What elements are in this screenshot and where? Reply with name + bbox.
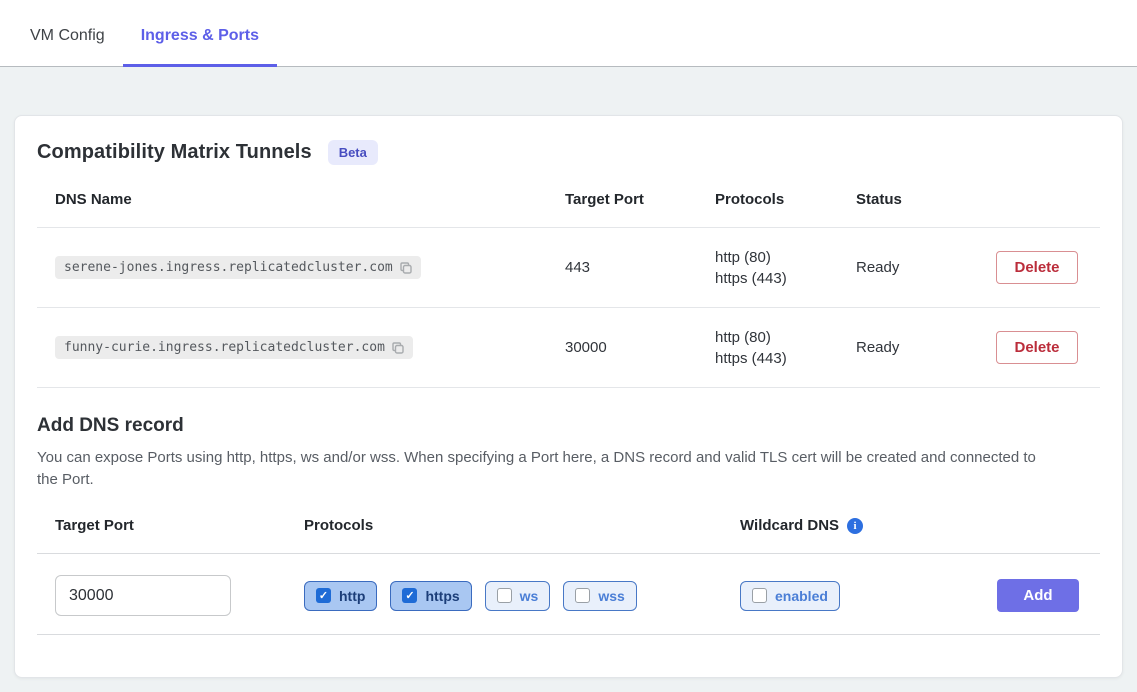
wildcard-enabled-checkbox[interactable]: enabled bbox=[740, 581, 840, 611]
add-dns-record-description: You can expose Ports using http, https, … bbox=[37, 447, 1047, 491]
copy-icon[interactable] bbox=[391, 341, 405, 355]
page-content: Compatibility Matrix Tunnels Beta DNS Na… bbox=[0, 67, 1137, 692]
protocol-checkbox-ws[interactable]: ws bbox=[485, 581, 551, 611]
status-cell: Ready bbox=[856, 339, 996, 356]
add-dns-form-row: ✓ http ✓ https ws wss bbox=[37, 554, 1100, 635]
col-header-status: Status bbox=[856, 191, 996, 208]
protocol-checkbox-https[interactable]: ✓ https bbox=[390, 581, 471, 611]
checkbox-unchecked-icon bbox=[752, 588, 767, 603]
target-port-cell: 30000 bbox=[565, 339, 715, 356]
protocol-line: https (443) bbox=[715, 268, 856, 289]
col-header-target-port: Target Port bbox=[565, 191, 715, 208]
checkbox-checked-icon: ✓ bbox=[316, 588, 331, 603]
add-dns-record-title: Add DNS record bbox=[37, 415, 1100, 437]
wildcard-checkbox-label: enabled bbox=[775, 588, 828, 604]
col-header-dns-name: DNS Name bbox=[37, 191, 565, 208]
checkbox-unchecked-icon bbox=[575, 588, 590, 603]
target-port-cell: 443 bbox=[565, 259, 715, 276]
tab-ingress-ports[interactable]: Ingress & Ports bbox=[123, 1, 277, 67]
protocol-checkbox-label: wss bbox=[598, 588, 624, 604]
protocol-checkbox-label: ws bbox=[520, 588, 539, 604]
target-port-input[interactable] bbox=[55, 575, 231, 616]
add-button[interactable]: Add bbox=[997, 579, 1079, 612]
checkbox-unchecked-icon bbox=[497, 588, 512, 603]
protocols-cell: http (80) https (443) bbox=[715, 247, 856, 289]
status-cell: Ready bbox=[856, 259, 996, 276]
beta-badge: Beta bbox=[328, 140, 378, 165]
table-header: DNS Name Target Port Protocols Status bbox=[37, 191, 1100, 228]
protocol-checkbox-group: ✓ http ✓ https ws wss bbox=[304, 581, 740, 611]
info-icon[interactable]: i bbox=[847, 518, 863, 534]
protocol-checkbox-label: https bbox=[425, 588, 459, 604]
protocol-line: https (443) bbox=[715, 348, 856, 369]
tab-vm-config[interactable]: VM Config bbox=[12, 1, 123, 67]
dns-name-pill: serene-jones.ingress.replicatedcluster.c… bbox=[55, 256, 421, 279]
protocols-label: Protocols bbox=[304, 517, 740, 534]
delete-button[interactable]: Delete bbox=[996, 251, 1078, 284]
checkbox-checked-icon: ✓ bbox=[402, 588, 417, 603]
table-row: serene-jones.ingress.replicatedcluster.c… bbox=[37, 228, 1100, 308]
delete-button[interactable]: Delete bbox=[996, 331, 1078, 364]
dns-name-pill: funny-curie.ingress.replicatedcluster.co… bbox=[55, 336, 413, 359]
wildcard-dns-label: Wildcard DNS bbox=[740, 517, 839, 534]
target-port-label: Target Port bbox=[37, 517, 304, 534]
form-header: Target Port Protocols Wildcard DNS i bbox=[37, 517, 1100, 554]
protocols-cell: http (80) https (443) bbox=[715, 327, 856, 369]
dns-name-text: funny-curie.ingress.replicatedcluster.co… bbox=[64, 340, 385, 355]
tunnels-card: Compatibility Matrix Tunnels Beta DNS Na… bbox=[14, 115, 1123, 678]
page-title: Compatibility Matrix Tunnels bbox=[37, 141, 312, 164]
protocol-line: http (80) bbox=[715, 247, 856, 268]
copy-icon[interactable] bbox=[399, 261, 413, 275]
protocol-checkbox-http[interactable]: ✓ http bbox=[304, 581, 377, 611]
protocol-line: http (80) bbox=[715, 327, 856, 348]
table-row: funny-curie.ingress.replicatedcluster.co… bbox=[37, 308, 1100, 388]
col-header-protocols: Protocols bbox=[715, 191, 856, 208]
protocol-checkbox-wss[interactable]: wss bbox=[563, 581, 636, 611]
protocol-checkbox-label: http bbox=[339, 588, 365, 604]
dns-name-text: serene-jones.ingress.replicatedcluster.c… bbox=[64, 260, 393, 275]
tab-bar: VM Config Ingress & Ports bbox=[0, 0, 1137, 67]
